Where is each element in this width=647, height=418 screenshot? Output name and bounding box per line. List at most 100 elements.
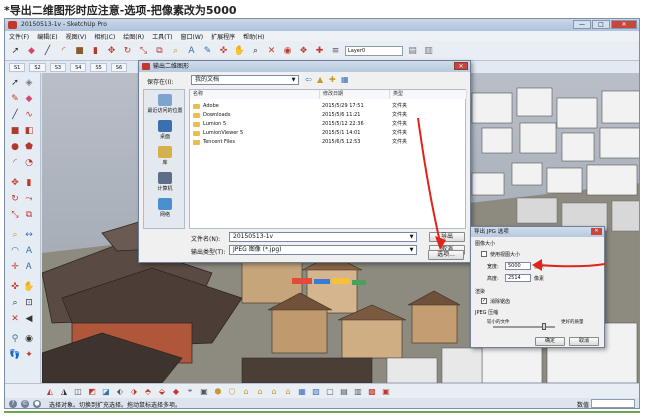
solid-trim-icon[interactable]: ⬙ [157,386,167,396]
menu-camera[interactable]: 相机(C) [94,32,115,41]
layer-select[interactable]: Layer0 [345,45,403,56]
export-dialog-close-button[interactable]: ✕ [454,62,468,70]
pie-icon[interactable]: ◔ [23,157,35,169]
shaded-icon[interactable]: ▥ [353,386,363,396]
compression-slider[interactable] [493,323,555,330]
warehouse-icon[interactable]: ◉ [281,44,294,57]
geo-status-icon[interactable]: ? [9,400,17,408]
place-computer[interactable]: 计算机 [144,172,186,192]
menu-help[interactable]: 帮助(H) [243,32,264,41]
components-icon[interactable]: ❖ [297,44,310,57]
flip-edge-icon[interactable]: ⬖ [115,386,125,396]
column-type[interactable]: 类型 [390,90,467,99]
line-icon[interactable]: ╱ [9,109,21,121]
dimension-icon[interactable]: ↔ [23,229,35,241]
new-folder-icon[interactable]: ✚ [329,75,336,84]
zoom-extents-icon[interactable]: ✕ [265,44,278,57]
component-icon[interactable]: ◈ [23,77,35,89]
rotate-icon[interactable]: ↻ [9,193,21,205]
wireframe-icon[interactable]: ▢ [325,386,335,396]
menu-tools[interactable]: 工具(T) [152,32,172,41]
antialias-checkbox[interactable]: ✓ [481,298,487,304]
iso-view-icon[interactable]: ⬢ [213,386,223,396]
orbit-icon[interactable]: ✜ [9,281,21,293]
rotated-rect-icon[interactable]: ◧ [23,125,35,137]
left-view-icon[interactable]: ⌂ [283,386,293,396]
paint-bucket-icon[interactable]: ✎ [9,93,21,105]
place-desktop[interactable]: 桌面 [144,120,186,140]
sandbox-icon[interactable]: ◭ [45,386,55,396]
menu-view[interactable]: 视图(V) [66,32,87,41]
arc-icon[interactable]: ◜ [9,157,21,169]
geo-location-icon[interactable]: ⌖ [185,386,195,396]
credits-icon[interactable]: © [21,400,29,408]
line-tool-icon[interactable]: ╱ [41,44,54,57]
rectangle-icon[interactable]: ■ [9,125,21,137]
previous-view-icon[interactable]: ◀ [23,313,35,325]
close-button[interactable]: ✕ [611,20,637,29]
monochrome-icon[interactable]: ▣ [381,386,391,396]
filename-input[interactable]: 20150513-1v ▼ [229,232,417,242]
file-list[interactable]: 名称 修改日期 类型 Adobe 2015/5/29 17:51 文件夹 Dow… [189,89,467,229]
select-icon[interactable]: ➚ [9,77,21,89]
move-icon[interactable]: ✥ [105,44,118,57]
rotate-icon[interactable]: ↻ [121,44,134,57]
style-tab[interactable]: S1 [9,62,26,72]
back-icon[interactable]: ⇦ [305,75,312,84]
solid-subtract-icon[interactable]: ⬘ [143,386,153,396]
menu-draw[interactable]: 绘图(R) [123,32,144,41]
place-library[interactable]: 库 [144,146,186,166]
xray-icon[interactable]: ▦ [297,386,307,396]
orbit-icon[interactable]: ✜ [217,44,230,57]
style-tab[interactable]: S2 [29,62,46,72]
measurements-input[interactable] [591,399,635,408]
shadow-icon[interactable]: ▤ [406,44,419,57]
solid-union-icon[interactable]: ⬗ [129,386,139,396]
shape-tool-icon[interactable]: ■ [73,44,86,57]
view-menu-icon[interactable]: ▦ [341,75,349,84]
list-item[interactable]: Lumion 5 2015/5/12 22:36 文件夹 [190,120,465,129]
maximize-button[interactable]: □ [592,20,610,29]
right-view-icon[interactable]: ⌂ [255,386,265,396]
scale-icon[interactable]: ⤡ [9,209,21,221]
eraser-icon[interactable]: ◆ [23,93,35,105]
smoove-icon[interactable]: ◮ [59,386,69,396]
offset-icon[interactable]: ⧉ [153,44,166,57]
jpg-options-close-button[interactable]: ✕ [591,228,602,235]
eraser-icon[interactable]: ◆ [25,44,38,57]
height-field[interactable]: 2514 [505,274,531,282]
menu-window[interactable]: 窗口(W) [181,32,204,41]
look-around-icon[interactable]: ◉ [23,333,35,345]
zoom-window-icon[interactable]: ⊡ [23,297,35,309]
menu-file[interactable]: 文件(F) [9,32,29,41]
followme-icon[interactable]: ⤳ [23,193,35,205]
3dtext-icon[interactable]: Ꭺ [23,261,35,273]
column-name[interactable]: 名称 [190,90,320,99]
zoom-icon[interactable]: ⌕ [249,44,262,57]
photo-texture-icon[interactable]: ▣ [199,386,209,396]
stamp-icon[interactable]: ◫ [73,386,83,396]
scale-icon[interactable]: ⤡ [137,44,150,57]
list-item[interactable]: LumionViewer 5 2015/5/1 14:01 文件夹 [190,129,465,138]
fog-icon[interactable]: ▥ [422,44,435,57]
up-folder-icon[interactable]: ▲ [317,75,323,84]
width-field[interactable]: 5000 [505,262,531,270]
compression-slider-knob[interactable] [542,323,547,330]
user-icon[interactable]: ● [33,400,41,408]
ok-button[interactable]: 确定 [535,337,565,346]
offset-icon[interactable]: ⧉ [23,209,35,221]
export-button[interactable]: 导出 [429,232,465,242]
position-camera-icon[interactable]: ⚲ [9,333,21,345]
jpg-cancel-button[interactable]: 取消 [569,337,599,346]
tape-icon[interactable]: ⌕ [169,44,182,57]
menu-edit[interactable]: 编辑(E) [37,32,57,41]
place-network[interactable]: 网络 [144,198,186,218]
drape-icon[interactable]: ◩ [87,386,97,396]
move-icon[interactable]: ✥ [9,177,21,189]
list-item[interactable]: Adobe 2015/5/29 17:51 文件夹 [190,102,465,111]
hidden-line-icon[interactable]: ▤ [339,386,349,396]
layer-icon[interactable]: ≡ [329,44,342,57]
style-tab[interactable]: S5 [90,62,107,72]
column-date[interactable]: 修改日期 [320,90,390,99]
top-view-icon[interactable]: ⬡ [227,386,237,396]
